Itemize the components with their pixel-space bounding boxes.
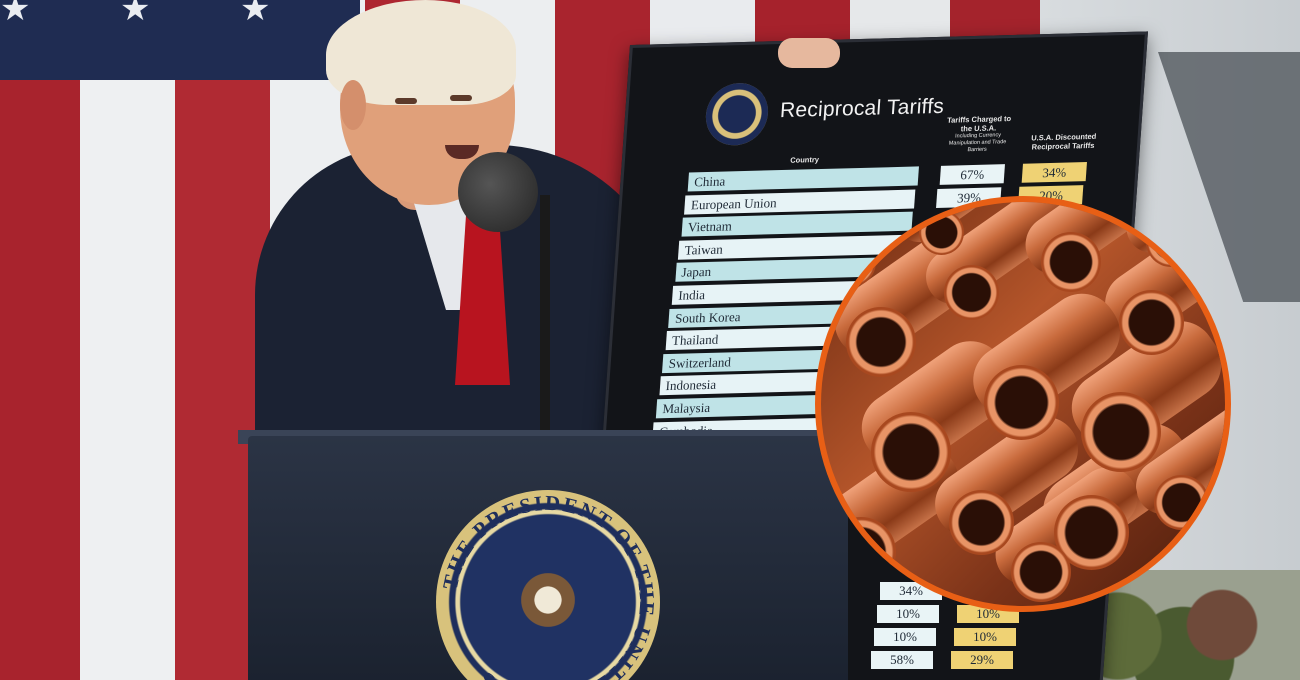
flag-star-icon: ★ [0, 0, 31, 28]
speaker-eye [395, 98, 417, 104]
flag-star-icon: ★ [120, 0, 151, 28]
copper-pipe-end [871, 412, 951, 492]
copper-pipe-end [948, 489, 1014, 555]
eagle-emblem-icon [496, 548, 600, 652]
discounted-tariff: 29% [951, 651, 1013, 669]
copper-pipe-end [846, 307, 916, 377]
copper-pipes-inset [821, 202, 1225, 606]
copper-pipe-end [826, 237, 876, 287]
speaker-eye [450, 95, 472, 101]
discounted-tariff: 34% [1021, 162, 1087, 183]
copper-pipe-end [918, 209, 964, 255]
flag-canton: ★ ★ ★ [0, 0, 360, 80]
country-name: China [687, 166, 919, 192]
presidential-seal-icon [703, 82, 771, 147]
discounted-tariff: 10% [954, 628, 1016, 646]
speaker-ear [340, 80, 366, 130]
charged-tariff: 10% [874, 628, 936, 646]
charged-tariff: 58% [871, 651, 933, 669]
copper-pipe-end [1081, 392, 1161, 472]
copper-pipe-end [1011, 542, 1071, 602]
column-header-country: Country [789, 155, 820, 165]
copper-pipe-end [1041, 232, 1101, 292]
charged-tariff: 10% [877, 605, 939, 623]
speaker-hand [778, 38, 840, 68]
photo-scene: ★ ★ ★ Reciprocal Tariffs Country Tariffs… [0, 0, 1300, 680]
microphone-icon [458, 152, 538, 232]
column-header-charged: Tariffs Charged to the U.S.A. Including … [946, 114, 1012, 154]
charged-tariff: 67% [939, 164, 1005, 185]
copper-pipe-end [1153, 474, 1209, 530]
copper-pipe-end [943, 264, 999, 320]
copper-pipe-end [983, 364, 1059, 440]
copper-pipe-end [1118, 289, 1184, 355]
copper-pipe-end [1146, 217, 1196, 267]
column-header-discounted: U.S.A. Discounted Reciprocal Tariffs [1030, 131, 1097, 152]
microphone-stand [540, 195, 550, 440]
flag-star-icon: ★ [240, 0, 271, 28]
copper-pipe-end [826, 517, 896, 587]
board-title: Reciprocal Tariffs [779, 94, 945, 123]
